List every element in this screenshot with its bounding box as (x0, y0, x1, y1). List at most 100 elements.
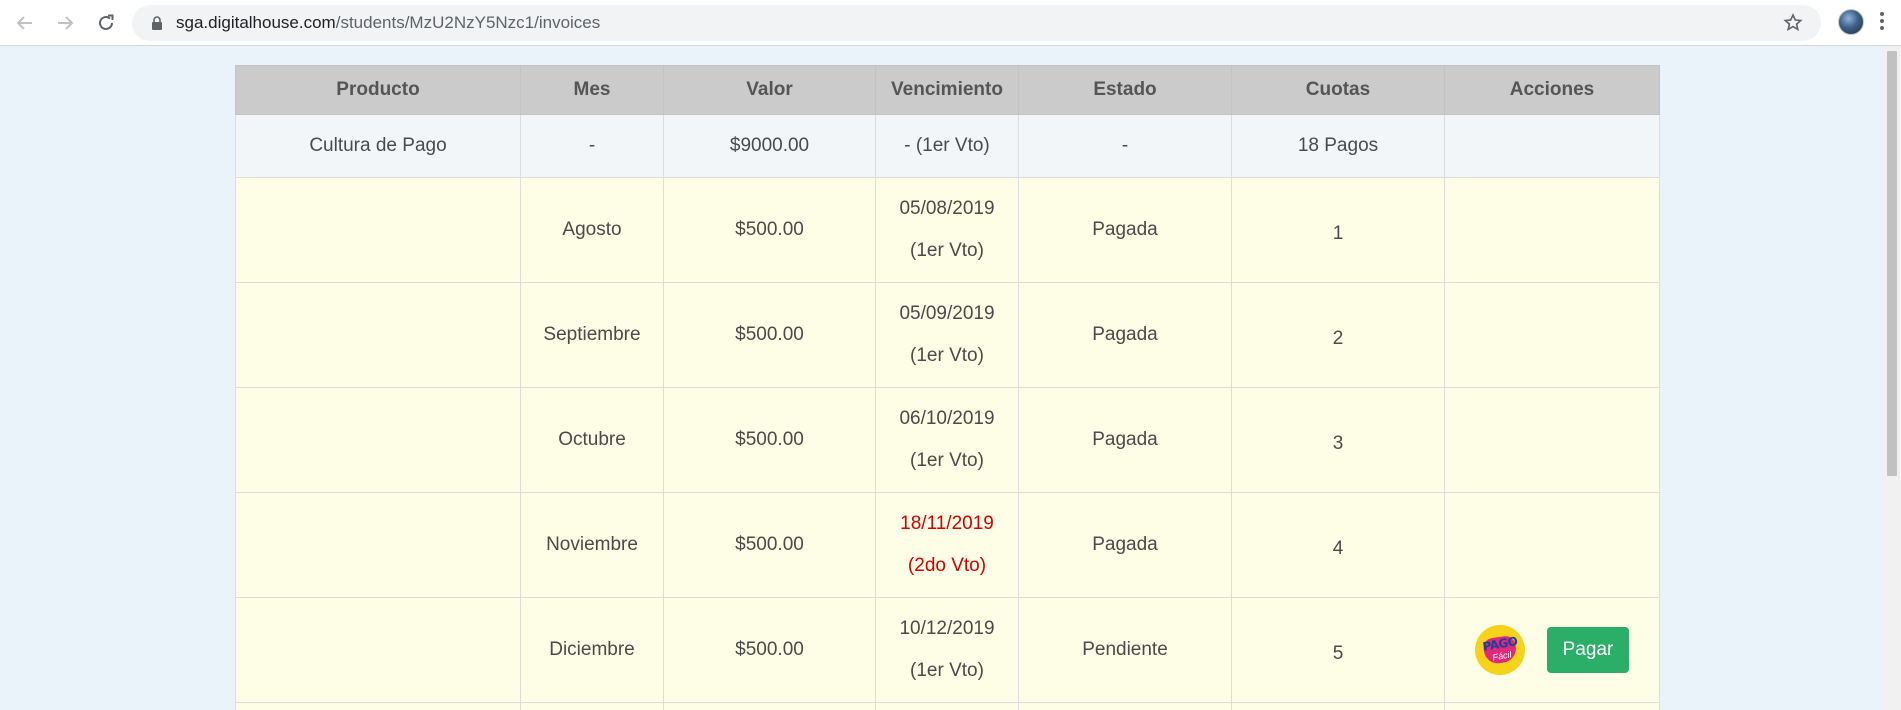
cell-cuotas: 4 (1231, 492, 1445, 598)
reload-button[interactable] (92, 9, 120, 37)
header-vencimiento[interactable]: Vencimiento (875, 65, 1019, 115)
lock-icon (152, 16, 162, 30)
cell-empty (520, 702, 664, 710)
header-valor[interactable]: Valor (663, 65, 876, 115)
cell-mes: Agosto (520, 177, 664, 283)
arrow-left-icon (16, 16, 32, 30)
due-date: 10/12/2019 (899, 618, 995, 639)
due-date: 05/09/2019 (899, 303, 995, 324)
cell-vencimiento: 18/11/2019 (2do Vto) (875, 492, 1019, 598)
header-cuotas[interactable]: Cuotas (1231, 65, 1445, 115)
cell-valor: $9000.00 (663, 114, 876, 178)
cell-acciones (1444, 387, 1660, 493)
cell-estado: Pendiente (1018, 597, 1232, 703)
cell-producto: Cultura de Pago (235, 114, 521, 178)
table-row: Octubre $500.00 06/10/2019 (1er Vto) Paga… (235, 387, 1660, 493)
cell-vencimiento: 06/10/2019 (1er Vto) (875, 387, 1019, 493)
table-header-row: Producto Mes Valor Vencimiento Estado Cu… (235, 65, 1660, 115)
installment-number: 4 (1332, 538, 1344, 559)
table-row: Noviembre $500.00 18/11/2019 (2do Vto) Pa… (235, 492, 1660, 598)
address-bar[interactable]: sga.digitalhouse.com/students/MzU2NzY5Nz… (132, 5, 1821, 41)
due-label: (1er Vto) (910, 345, 984, 366)
table-row: Septiembre $500.00 05/09/2019 (1er Vto) P… (235, 282, 1660, 388)
due-label: (1er Vto) (910, 450, 984, 471)
cell-empty (663, 702, 876, 710)
arrow-right-icon (58, 16, 74, 30)
header-mes[interactable]: Mes (520, 65, 664, 115)
cell-estado: Pagada (1018, 282, 1232, 388)
installment-number: 2 (1332, 328, 1344, 349)
cell-vencimiento: - (1er Vto) (875, 114, 1019, 178)
pagofacil-logo-button[interactable]: PAGO Fácil (1475, 625, 1525, 675)
browser-menu-icon[interactable] (1879, 12, 1885, 34)
cell-valor: $500.00 (663, 597, 876, 703)
cell-cuotas: 5 (1231, 597, 1445, 703)
cell-vencimiento: 05/09/2019 (1er Vto) (875, 282, 1019, 388)
invoices-table: Producto Mes Valor Vencimiento Estado Cu… (235, 65, 1660, 710)
cell-estado: Pagada (1018, 492, 1232, 598)
cell-producto (235, 177, 521, 283)
table-row-partial (235, 702, 1660, 710)
cell-estado: Pagada (1018, 387, 1232, 493)
installment-number: 5 (1332, 643, 1344, 664)
due-label: (1er Vto) (910, 660, 984, 681)
cell-cuotas: 3 (1231, 387, 1445, 493)
url-path: /students/MzU2NzY5Nzc1/invoices (335, 13, 601, 32)
cell-empty (235, 702, 521, 710)
cell-mes: Diciembre (520, 597, 664, 703)
installment-number: 1 (1332, 223, 1344, 244)
row-actions: PAGO Fácil Pagar (1445, 625, 1659, 675)
cell-estado: - (1018, 114, 1232, 178)
cell-valor: $500.00 (663, 177, 876, 283)
back-button[interactable] (11, 9, 39, 37)
cell-empty (1018, 702, 1232, 710)
due-date-late: 18/11/2019 (900, 513, 994, 534)
cell-mes: Septiembre (520, 282, 664, 388)
cell-producto (235, 282, 521, 388)
page-content: Producto Mes Valor Vencimiento Estado Cu… (0, 46, 1883, 710)
cell-cuotas: 1 (1231, 177, 1445, 283)
cell-acciones (1444, 114, 1660, 178)
cell-vencimiento: 05/08/2019 (1er Vto) (875, 177, 1019, 283)
due-label-late: (2do Vto) (907, 555, 987, 576)
table-row: Agosto $500.00 05/08/2019 (1er Vto) Pagad… (235, 177, 1660, 283)
cell-mes: - (520, 114, 664, 178)
browser-toolbar: sga.digitalhouse.com/students/MzU2NzY5Nz… (0, 0, 1901, 46)
cell-vencimiento: 10/12/2019 (1er Vto) (875, 597, 1019, 703)
cell-estado: Pagada (1018, 177, 1232, 283)
forward-button[interactable] (51, 9, 79, 37)
cell-valor: $500.00 (663, 282, 876, 388)
table-row: Diciembre $500.00 10/12/2019 (1er Vto) Pe… (235, 597, 1660, 703)
reload-icon (99, 14, 114, 30)
page-scrollbar[interactable] (1883, 46, 1901, 710)
scrollbar-thumb[interactable] (1887, 51, 1897, 476)
summary-row: Cultura de Pago - $9000.00 - (1er Vto) -… (235, 114, 1660, 178)
cell-empty (875, 702, 1019, 710)
installment-number: 3 (1332, 433, 1344, 454)
header-estado[interactable]: Estado (1018, 65, 1232, 115)
cell-acciones (1444, 282, 1660, 388)
cell-acciones (1444, 177, 1660, 283)
header-acciones[interactable]: Acciones (1444, 65, 1660, 115)
cell-empty (1444, 702, 1660, 710)
due-label: (1er Vto) (910, 240, 984, 261)
cell-empty (1231, 702, 1445, 710)
url-text: sga.digitalhouse.com/students/MzU2NzY5Nz… (176, 5, 600, 41)
bookmark-star-icon[interactable] (1783, 13, 1803, 33)
due-date: 05/08/2019 (899, 198, 995, 219)
cell-acciones: PAGO Fácil Pagar (1444, 597, 1660, 703)
header-producto[interactable]: Producto (235, 65, 521, 115)
cell-valor: $500.00 (663, 492, 876, 598)
pay-button[interactable]: Pagar (1547, 627, 1629, 673)
cell-producto (235, 597, 521, 703)
cell-cuotas: 2 (1231, 282, 1445, 388)
cell-cuotas: 18 Pagos (1231, 114, 1445, 178)
cell-producto (235, 387, 521, 493)
profile-avatar[interactable] (1838, 9, 1864, 35)
cell-mes: Noviembre (520, 492, 664, 598)
due-date: 06/10/2019 (899, 408, 995, 429)
cell-valor: $500.00 (663, 387, 876, 493)
cell-mes: Octubre (520, 387, 664, 493)
cell-acciones (1444, 492, 1660, 598)
cell-producto (235, 492, 521, 598)
